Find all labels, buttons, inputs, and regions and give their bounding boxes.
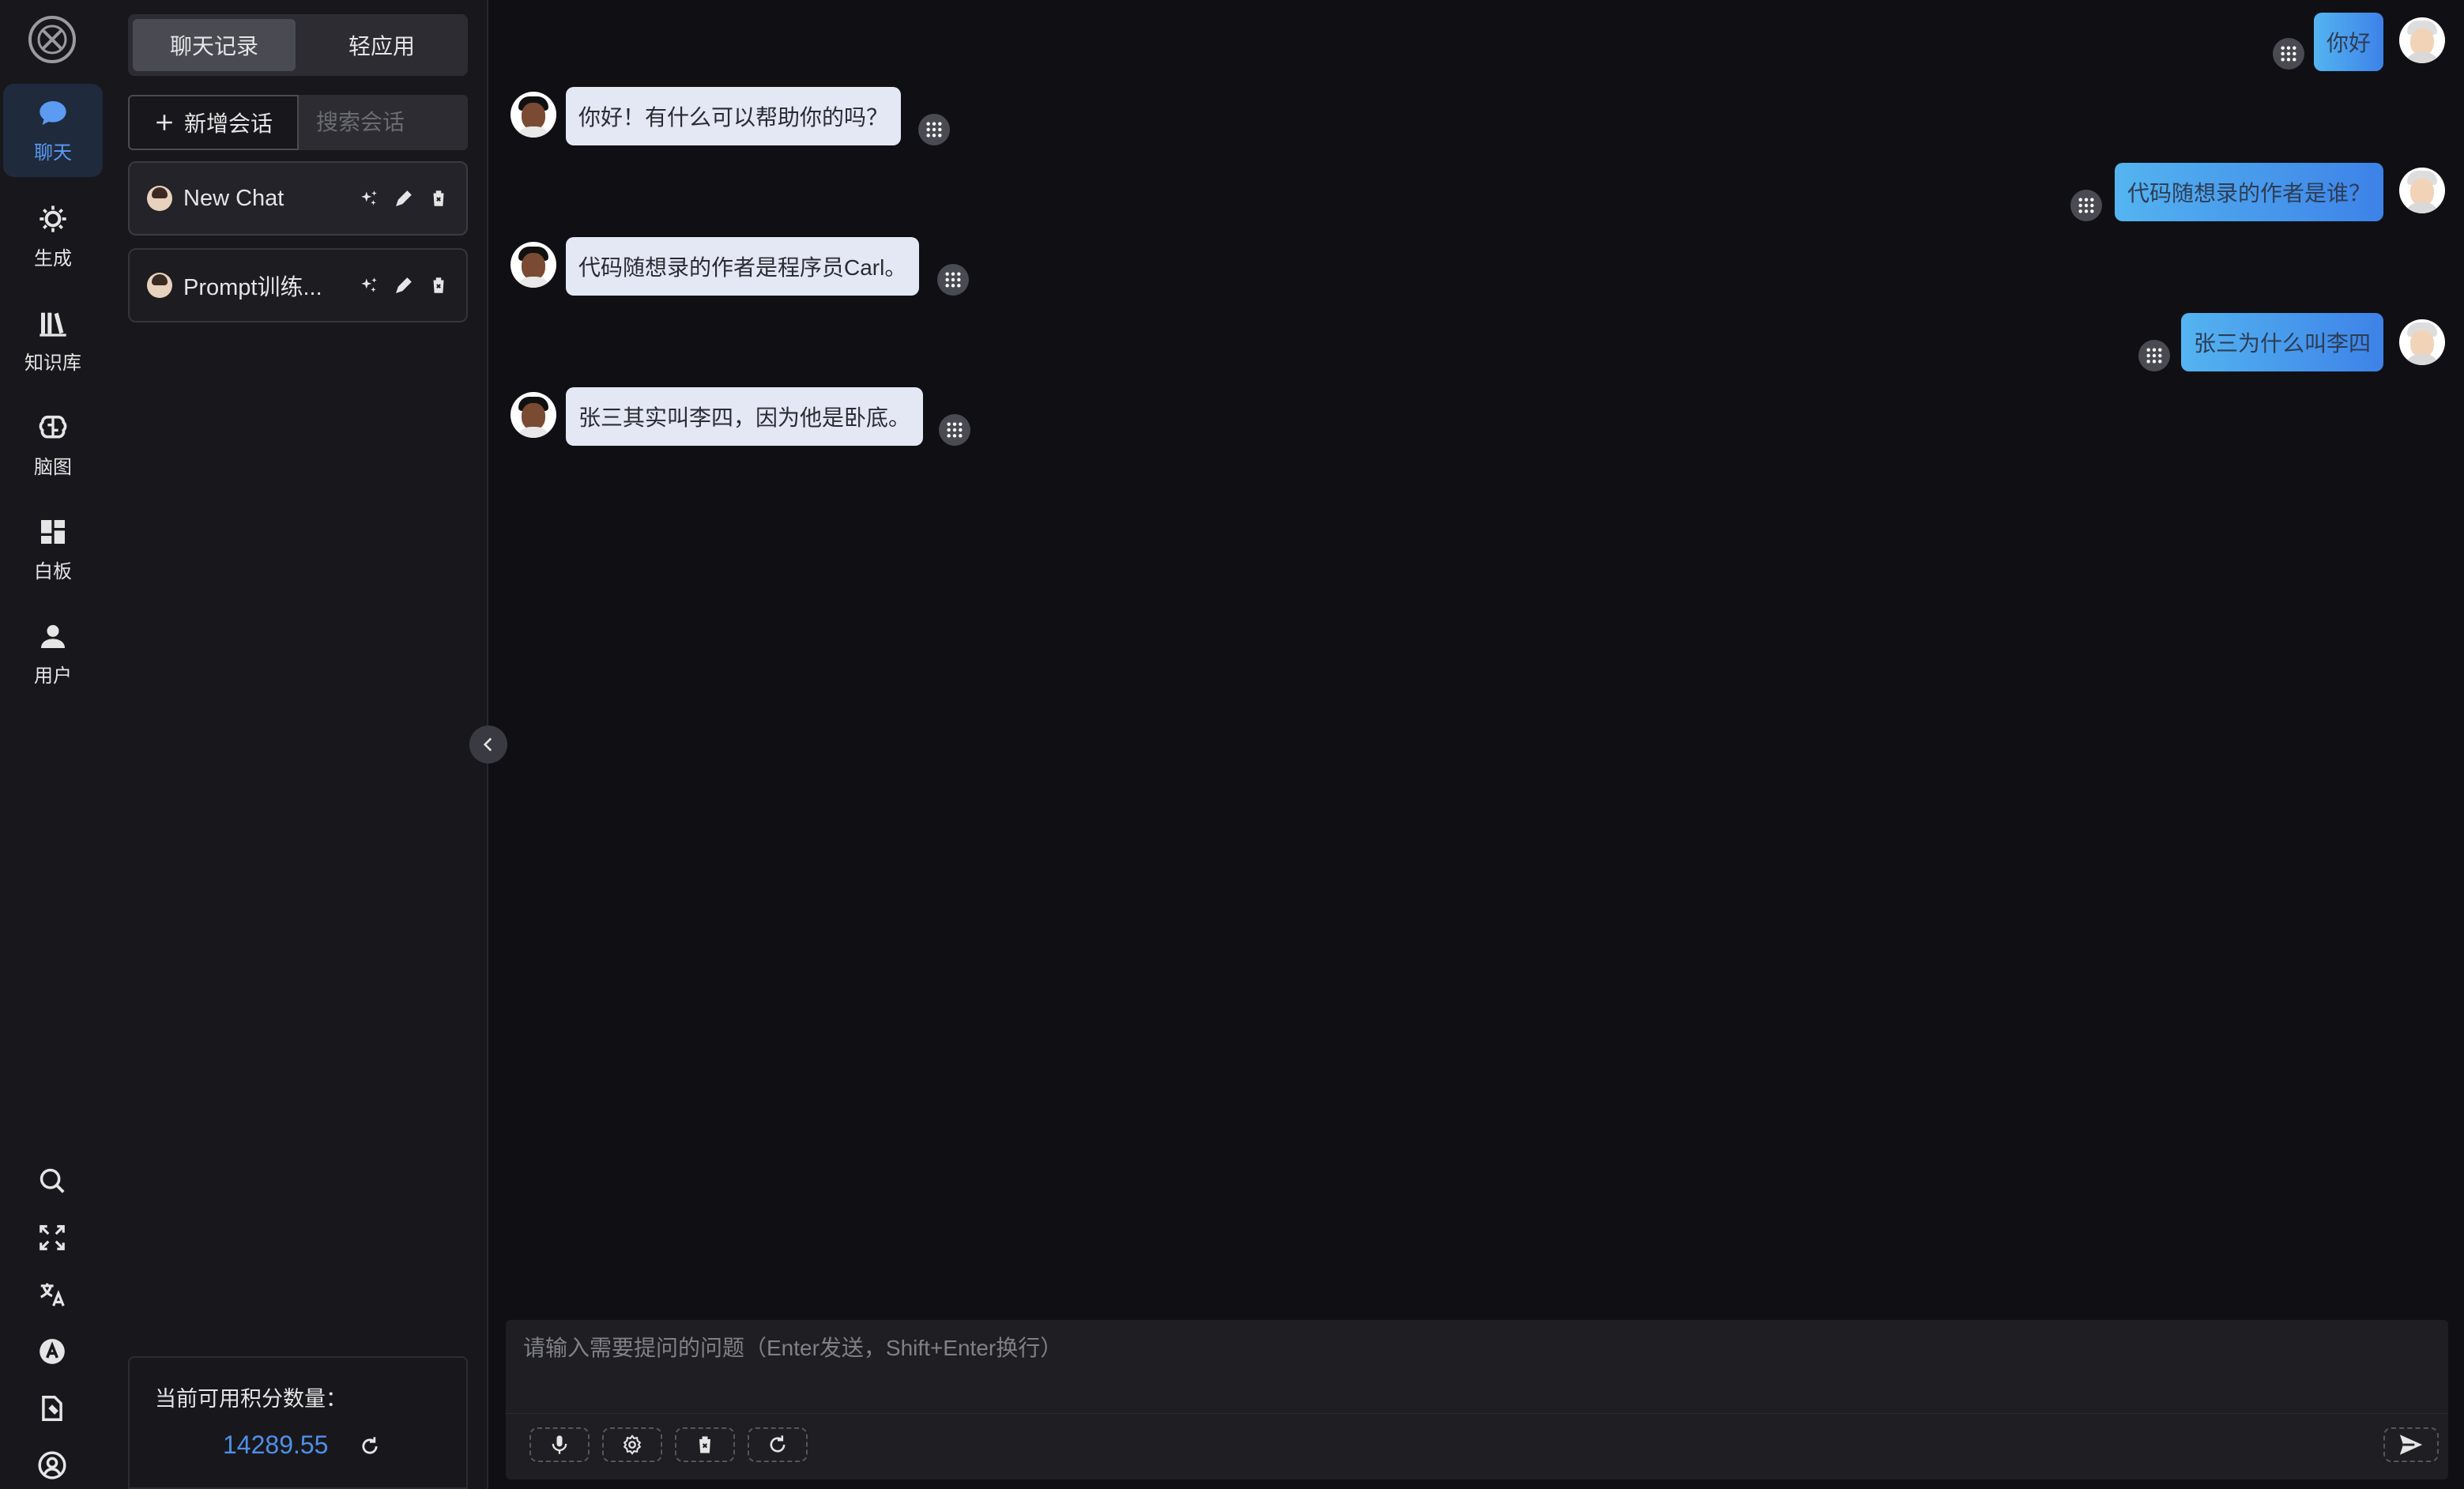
microphone-icon bbox=[552, 1435, 567, 1454]
rail-item-label: 脑图 bbox=[34, 456, 72, 478]
rail-item-user[interactable]: 用户 bbox=[3, 607, 103, 700]
settings-icon bbox=[623, 1434, 642, 1455]
message-menu-icon[interactable] bbox=[2070, 190, 2102, 221]
chat-bubble-icon bbox=[40, 100, 66, 125]
assistant-avatar bbox=[511, 392, 556, 438]
rail-item-mindmap[interactable]: 脑图 bbox=[3, 398, 103, 492]
new-chat-button[interactable]: 新增会话 bbox=[128, 95, 299, 150]
delete-icon[interactable] bbox=[428, 188, 449, 209]
voice-button[interactable] bbox=[529, 1427, 590, 1462]
icon-rail: 聊天 生成 知识库 脑图 白板 用户 bbox=[0, 0, 107, 1489]
session-search bbox=[299, 95, 468, 150]
credits-label: 当前可用积分数量： bbox=[155, 1387, 347, 1411]
session-title: New Chat bbox=[183, 185, 284, 211]
panel-tabs: 聊天记录 轻应用 bbox=[128, 14, 468, 76]
user-avatar bbox=[2399, 168, 2445, 213]
composer-divider bbox=[506, 1413, 2448, 1414]
message-menu-icon[interactable] bbox=[2138, 340, 2170, 371]
message-menu-icon[interactable] bbox=[2273, 38, 2304, 70]
message-input[interactable] bbox=[523, 1331, 2420, 1402]
account-icon[interactable] bbox=[35, 1448, 70, 1483]
tab-chat-history[interactable]: 聊天记录 bbox=[133, 19, 296, 71]
rail-item-chat[interactable]: 聊天 bbox=[3, 84, 103, 177]
message-menu-icon[interactable] bbox=[939, 414, 970, 446]
search-icon[interactable] bbox=[35, 1163, 70, 1198]
user-avatar bbox=[2399, 17, 2445, 63]
session-item[interactable]: Prompt训练... bbox=[128, 248, 468, 322]
user-icon bbox=[41, 624, 65, 648]
composer bbox=[506, 1320, 2448, 1480]
rail-item-whiteboard[interactable]: 白板 bbox=[3, 503, 103, 596]
regenerate-button[interactable] bbox=[748, 1427, 808, 1462]
rail-item-label: 知识库 bbox=[24, 352, 81, 374]
logo-icon[interactable] bbox=[28, 16, 76, 63]
rail-item-knowledge[interactable]: 知识库 bbox=[3, 294, 103, 387]
font-icon[interactable] bbox=[35, 1334, 70, 1369]
session-title: Prompt训练... bbox=[183, 275, 322, 300]
dashboard-icon bbox=[41, 519, 65, 544]
assistant-avatar bbox=[511, 242, 556, 288]
assistant-message: 张三其实叫李四，因为他是卧底。 bbox=[566, 387, 924, 446]
assistant-message: 代码随想录的作者是程序员Carl。 bbox=[566, 237, 920, 296]
generate-icon bbox=[40, 205, 66, 232]
app-root: 聊天 生成 知识库 脑图 白板 用户 聊天记录 轻应用 新增会话 搜索会话 Ne… bbox=[0, 0, 2464, 1489]
refresh-icon bbox=[770, 1435, 786, 1453]
rail-item-label: 用户 bbox=[34, 665, 72, 687]
user-message: 张三为什么叫李四 bbox=[2180, 313, 2383, 371]
new-chat-label: 新增会话 bbox=[183, 111, 273, 136]
session-item[interactable]: New Chat bbox=[128, 161, 468, 236]
tab-light-apps[interactable]: 轻应用 bbox=[300, 19, 463, 71]
document-icon[interactable] bbox=[35, 1391, 70, 1426]
sparkle-icon[interactable] bbox=[359, 188, 379, 209]
new-chat-row: 新增会话 bbox=[128, 95, 468, 150]
rail-item-generate[interactable]: 生成 bbox=[3, 190, 103, 283]
session-search-input[interactable] bbox=[316, 110, 468, 135]
session-panel: 聊天记录 轻应用 新增会话 New Chat Prompt训练... bbox=[107, 0, 488, 1489]
session-actions bbox=[359, 275, 449, 296]
session-avatar bbox=[147, 273, 172, 298]
refresh-icon[interactable] bbox=[359, 1435, 381, 1457]
trash-icon bbox=[697, 1436, 713, 1453]
session-actions bbox=[359, 188, 449, 209]
delete-icon[interactable] bbox=[428, 275, 449, 296]
credits-value: 14289.55 bbox=[223, 1431, 329, 1459]
rail-item-label: 白板 bbox=[34, 560, 72, 582]
brain-icon bbox=[39, 415, 67, 438]
assistant-message: 你好！有什么可以帮助你的吗？ bbox=[566, 87, 902, 145]
credits-card: 当前可用积分数量： 14289.55 bbox=[128, 1356, 468, 1489]
send-button[interactable] bbox=[2383, 1427, 2439, 1462]
settings-button[interactable] bbox=[602, 1427, 662, 1462]
chat-area: 你好 你好！有什么可以帮助你的吗？ 代码随想录的作者是谁？ 代码随想录的作者是程… bbox=[490, 0, 2464, 1320]
rail-item-label: 生成 bbox=[34, 247, 72, 270]
send-icon bbox=[2399, 1434, 2423, 1455]
user-message: 你好 bbox=[2313, 13, 2383, 71]
sparkle-icon[interactable] bbox=[359, 275, 379, 296]
edit-icon[interactable] bbox=[394, 188, 414, 209]
user-message: 代码随想录的作者是谁？ bbox=[2114, 163, 2383, 221]
assistant-avatar bbox=[511, 92, 556, 138]
user-avatar bbox=[2399, 319, 2445, 365]
message-menu-icon[interactable] bbox=[937, 264, 969, 296]
edit-icon[interactable] bbox=[394, 275, 414, 296]
plus-icon bbox=[156, 115, 172, 130]
message-menu-icon[interactable] bbox=[918, 114, 950, 145]
fullscreen-icon[interactable] bbox=[35, 1220, 70, 1255]
session-avatar bbox=[147, 186, 172, 211]
rail-item-label: 聊天 bbox=[34, 141, 72, 164]
books-icon bbox=[40, 312, 66, 337]
clear-button[interactable] bbox=[675, 1427, 735, 1462]
translate-icon[interactable] bbox=[35, 1277, 70, 1312]
